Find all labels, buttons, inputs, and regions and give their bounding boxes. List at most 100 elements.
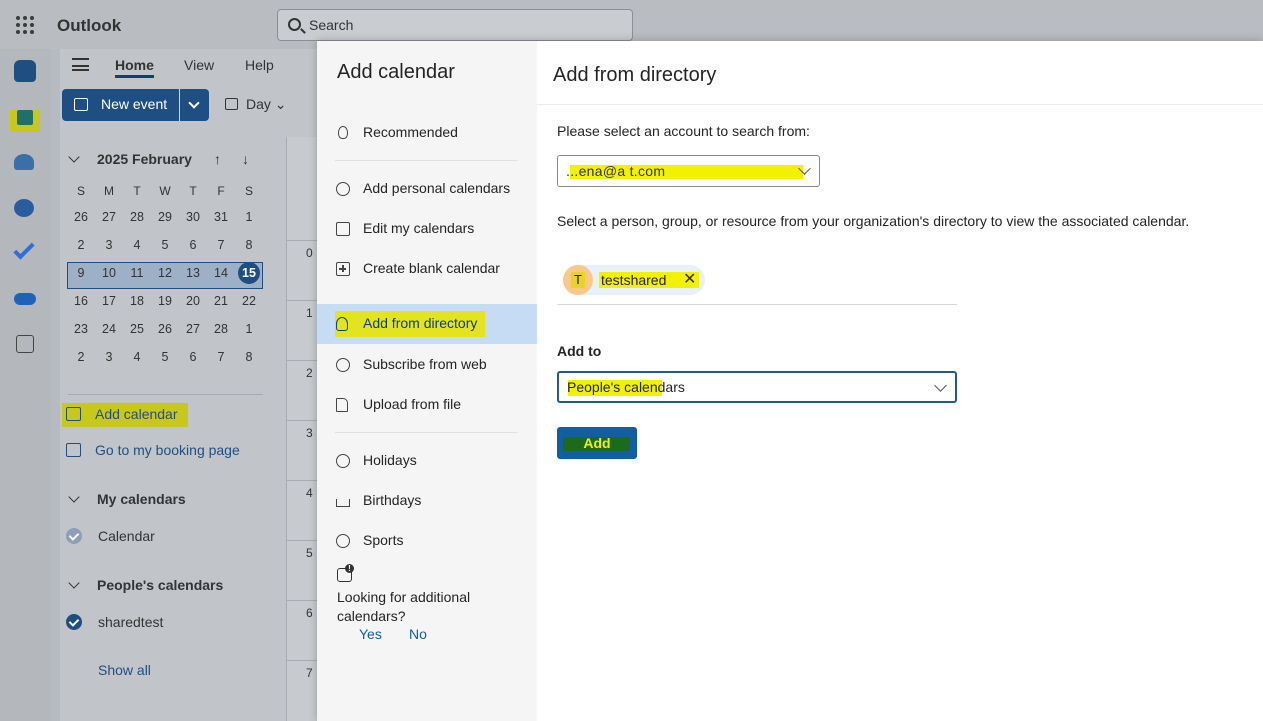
calendar-day[interactable]: 12 (151, 259, 179, 287)
collapse-chevron-icon[interactable] (68, 151, 80, 163)
tab-help[interactable]: Help (245, 57, 274, 73)
nav-create-blank-calendar[interactable]: Create blank calendar (317, 249, 537, 289)
nav-upload-from-file[interactable]: Upload from file (317, 385, 537, 425)
calendar-day[interactable]: 28 (123, 203, 151, 231)
tab-home[interactable]: Home (115, 57, 154, 78)
calendar-day[interactable]: 18 (123, 287, 151, 315)
calendar-day[interactable]: 28 (207, 315, 235, 343)
avatar-initial: T (574, 272, 582, 287)
calendar-day[interactable]: 30 (179, 203, 207, 231)
calendar-day[interactable]: 14 (207, 259, 235, 287)
hour-gridline (287, 240, 317, 241)
calendar-day[interactable]: 8 (235, 343, 263, 371)
hour-label: 2 (306, 366, 313, 380)
peoples-calendars-group[interactable]: People's calendars (68, 577, 223, 593)
edit-calendar-icon (336, 222, 350, 236)
next-month-arrow-icon[interactable]: ↓ (242, 151, 249, 167)
calendar-day[interactable]: 17 (95, 287, 123, 315)
nav-label: Recommended (363, 124, 458, 140)
calendar-day[interactable]: 29 (151, 203, 179, 231)
calendar-item[interactable]: sharedtest (66, 614, 163, 630)
people-icon[interactable] (14, 154, 34, 170)
calendar-day[interactable]: 5 (151, 231, 179, 259)
nav-sports[interactable]: Sports (317, 521, 537, 561)
new-event-button[interactable]: New event (62, 89, 209, 121)
add-button[interactable]: Add (557, 427, 637, 459)
calendar-day[interactable]: 7 (207, 231, 235, 259)
calendar-day[interactable]: 24 (95, 315, 123, 343)
add-calendar-link[interactable]: Add calendar (66, 406, 178, 422)
menu-icon[interactable] (72, 58, 89, 71)
people-picker[interactable]: T testshared ✕ (557, 259, 957, 305)
calendar-day[interactable]: 10 (95, 259, 123, 287)
calendar-day[interactable]: 31 (207, 203, 235, 231)
calendar-day[interactable]: 5 (151, 343, 179, 371)
calendar-time-grid (286, 137, 318, 721)
calendar-day[interactable]: 6 (179, 231, 207, 259)
more-apps-icon[interactable] (16, 335, 34, 353)
search-input[interactable]: Search (277, 9, 633, 41)
booking-page-link[interactable]: Go to my booking page (66, 442, 240, 458)
remove-person-icon[interactable]: ✕ (683, 269, 696, 289)
calendar-day[interactable]: 6 (179, 343, 207, 371)
calendar-day[interactable]: 25 (123, 315, 151, 343)
feedback-yes-link[interactable]: Yes (359, 626, 382, 642)
calendar-add-icon (336, 262, 350, 276)
hour-gridline (287, 600, 317, 601)
calendar-day[interactable]: 7 (207, 343, 235, 371)
view-mode-dropdown[interactable]: Day ⌄ (225, 96, 287, 113)
nav-edit-my-calendars[interactable]: Edit my calendars (317, 209, 537, 249)
groups-icon[interactable] (14, 199, 34, 217)
weekday-header: T (189, 184, 197, 198)
nav-subscribe-from-web[interactable]: Subscribe from web (317, 345, 537, 385)
nav-holidays[interactable]: Holidays (317, 441, 537, 481)
tab-view[interactable]: View (184, 57, 214, 73)
nav-birthdays[interactable]: Birthdays (317, 481, 537, 521)
calendar-day[interactable]: 3 (95, 231, 123, 259)
mail-icon[interactable] (14, 60, 36, 82)
my-calendars-group[interactable]: My calendars (68, 491, 186, 507)
hour-label: 4 (306, 486, 313, 500)
calendar-day[interactable]: 23 (67, 315, 95, 343)
calendar-item[interactable]: Calendar (66, 528, 155, 544)
account-dropdown[interactable]: ...ena@a t.com (557, 155, 820, 187)
calendar-day[interactable]: 13 (179, 259, 207, 287)
previous-month-arrow-icon[interactable]: ↑ (214, 151, 221, 167)
calendar-day[interactable]: 26 (67, 203, 95, 231)
calendar-day[interactable]: 27 (179, 315, 207, 343)
calendar-day[interactable]: 9 (67, 259, 95, 287)
calendar-day[interactable]: 4 (123, 231, 151, 259)
dialog-title: Add calendar (337, 61, 455, 83)
calendar-icon[interactable] (17, 110, 33, 125)
calendar-day[interactable]: 1 (235, 203, 263, 231)
weekday-header: S (76, 184, 85, 198)
app-launcher-icon[interactable] (16, 16, 34, 34)
add-to-dropdown[interactable]: People's calendars (557, 371, 957, 403)
calendar-day[interactable]: 16 (67, 287, 95, 315)
calendar-day[interactable]: 26 (151, 315, 179, 343)
onedrive-icon[interactable] (14, 293, 36, 305)
chevron-down-icon[interactable] (188, 97, 200, 109)
nav-add-from-directory[interactable]: Add from directory (317, 304, 537, 344)
weekday-header: T (133, 184, 141, 198)
nav-add-personal-calendars[interactable]: Add personal calendars (317, 169, 537, 209)
nav-label: Add personal calendars (363, 180, 511, 196)
calendar-day[interactable]: 20 (179, 287, 207, 315)
calendar-day[interactable]: 11 (123, 259, 151, 287)
calendar-day[interactable]: 22 (235, 287, 263, 315)
calendar-day[interactable]: 3 (95, 343, 123, 371)
calendar-day[interactable]: 4 (123, 343, 151, 371)
calendar-day[interactable]: 8 (235, 231, 263, 259)
calendar-day[interactable]: 1 (235, 315, 263, 343)
calendar-day[interactable]: 2 (67, 231, 95, 259)
calendar-day[interactable]: 21 (207, 287, 235, 315)
calendar-day[interactable]: 19 (151, 287, 179, 315)
calendar-day[interactable]: 27 (95, 203, 123, 231)
globe-icon (336, 454, 350, 468)
calendar-day[interactable]: 15 (235, 259, 263, 287)
nav-recommended[interactable]: Recommended (317, 113, 537, 153)
show-all-link[interactable]: Show all (98, 662, 151, 678)
calendar-day[interactable]: 2 (67, 343, 95, 371)
people-search-icon (336, 317, 348, 331)
feedback-no-link[interactable]: No (409, 626, 427, 642)
